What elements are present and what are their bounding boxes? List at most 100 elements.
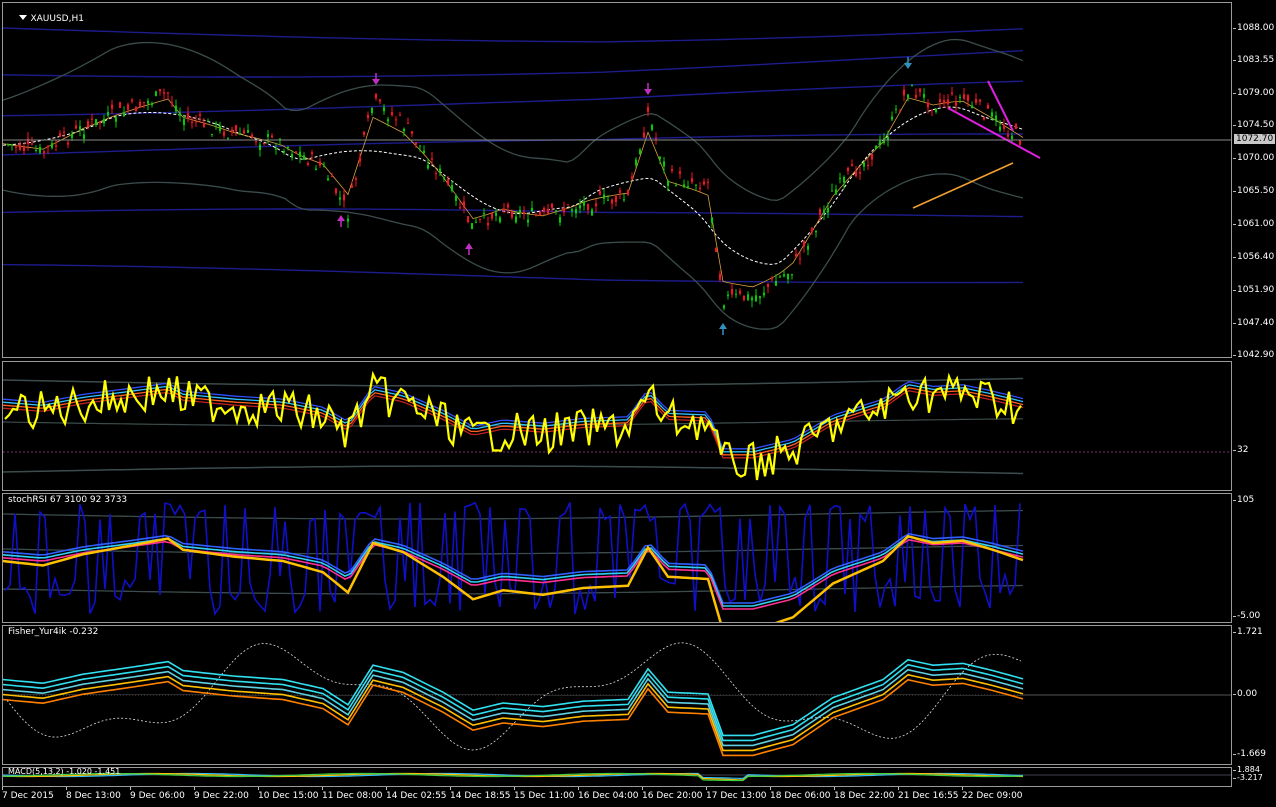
- fisher-histogram-bar: [595, 686, 597, 695]
- fisher-canvas: [3, 642, 1231, 757]
- fisher-histogram-bar: [718, 665, 720, 695]
- rsi-band-mid: [3, 418, 1024, 427]
- candle-body: [859, 172, 861, 174]
- candle-body: [267, 134, 269, 137]
- fisher-histogram-bar: [136, 695, 138, 720]
- fisher-histogram-bar: [679, 642, 681, 695]
- candle-body: [151, 103, 153, 105]
- candle-body: [735, 293, 737, 295]
- candle-body: [879, 140, 881, 144]
- fisher-histogram-bar: [58, 695, 60, 737]
- candle-body: [107, 112, 109, 116]
- fisher-histogram-bar: [583, 686, 585, 695]
- candle-body: [899, 111, 901, 113]
- candle-body: [467, 216, 469, 223]
- candle-body: [343, 194, 345, 201]
- candle-body: [635, 159, 637, 165]
- candle-body: [679, 171, 681, 174]
- candle-body: [855, 170, 857, 177]
- fisher-histogram-bar: [139, 695, 141, 721]
- fisher-histogram-bar: [463, 695, 465, 748]
- candle-body: [487, 222, 489, 226]
- candle-body: [811, 228, 813, 232]
- candle-body: [239, 133, 241, 135]
- candle-body: [263, 142, 265, 145]
- indicator-pane-stochrsi[interactable]: stochRSI 67 3100 92 3733: [2, 493, 1232, 623]
- candle-body: [1003, 125, 1005, 129]
- fisher-histogram-bar: [325, 678, 327, 695]
- price-tick: 1051.90: [1232, 285, 1275, 295]
- candle-body: [883, 138, 885, 143]
- candle-body: [563, 208, 565, 213]
- candle-body: [827, 207, 829, 213]
- fisher-histogram-bar: [130, 695, 132, 719]
- candle-body: [599, 191, 601, 195]
- time-axis[interactable]: 7 Dec 2015 8 Dec 13:00 9 Dec 06:00 9 Dec…: [0, 787, 1232, 807]
- candle-body: [295, 151, 297, 153]
- candle-body: [203, 122, 205, 127]
- candle-body: [739, 290, 741, 294]
- price-tick: 1088.00: [1232, 23, 1275, 33]
- fisher-histogram-bar: [667, 646, 669, 695]
- fisher-histogram-bar: [739, 691, 741, 695]
- rsi-scale[interactable]: 32: [1232, 361, 1276, 491]
- candle-body: [191, 121, 193, 124]
- price-chart-pane[interactable]: XAUUSD,H1: [2, 2, 1232, 358]
- candle-body: [723, 305, 725, 309]
- candle-body: [7, 144, 9, 146]
- fisher-histogram-bar: [337, 682, 339, 695]
- fisher-histogram-bar: [922, 695, 924, 722]
- fisher-histogram-bar: [172, 695, 174, 721]
- fisher-scale[interactable]: 1.721 0.00 -1.669: [1232, 625, 1276, 765]
- time-tick: 16 Dec 20:00: [642, 787, 703, 801]
- fisher-histogram-bar: [775, 695, 777, 720]
- fisher-histogram-bar: [427, 695, 429, 718]
- candle-body: [375, 94, 377, 99]
- candle-body: [479, 219, 481, 221]
- fisher-histogram-bar: [235, 659, 237, 695]
- candle-body: [875, 145, 877, 150]
- fisher-histogram-bar: [685, 643, 687, 695]
- fisher-histogram-bar: [430, 695, 432, 721]
- indicator-pane-fisher[interactable]: Fisher_Yur4ik -0.232: [2, 625, 1232, 765]
- candle-body: [751, 297, 753, 301]
- candle-body: [79, 126, 81, 130]
- candle-body: [307, 162, 309, 165]
- candle-body: [95, 119, 97, 125]
- candle-body: [907, 94, 909, 99]
- candle-body: [539, 212, 541, 216]
- fisher-histogram-bar: [91, 695, 93, 726]
- fisher-histogram-bar: [706, 653, 708, 695]
- candle-body: [851, 164, 853, 167]
- candle-body: [579, 205, 581, 209]
- price-tick: 1070.00: [1232, 153, 1275, 163]
- candle-body: [547, 208, 549, 214]
- indicator-pane-macd[interactable]: MACD(5,13,2) -1.020 -1.451: [2, 767, 1232, 787]
- candle-body: [451, 185, 453, 191]
- candle-body: [567, 204, 569, 206]
- stochrsi-scale[interactable]: 105 -5.00: [1232, 493, 1276, 623]
- candle-body: [87, 121, 89, 127]
- indicator-pane-rsi[interactable]: [2, 361, 1232, 491]
- fisher-histogram-bar: [493, 695, 495, 743]
- price-scale[interactable]: 1088.00 1083.55 1079.00 1074.50 1070.00 …: [1232, 2, 1276, 360]
- fisher-histogram-bar: [577, 686, 579, 695]
- macd-scale[interactable]: 1.884 -3.217: [1233, 765, 1276, 787]
- candle-body: [363, 131, 365, 135]
- candle-body: [763, 292, 765, 296]
- fisher-histogram-bar: [724, 673, 726, 695]
- fisher-histogram-bar: [343, 683, 345, 695]
- time-tick: 9 Dec 06:00: [130, 787, 185, 801]
- candle-body: [19, 144, 21, 150]
- fisher-histogram-bar: [538, 695, 540, 701]
- candle-body: [823, 209, 825, 214]
- fisher-histogram-bar: [859, 695, 861, 728]
- symbol-label[interactable]: XAUUSD,H1: [8, 4, 84, 34]
- candle-body: [23, 146, 25, 152]
- candle-body: [703, 181, 705, 185]
- fisher-histogram-bar: [232, 662, 234, 695]
- fisher-histogram-bar: [928, 695, 930, 716]
- candle-body: [691, 178, 693, 183]
- fisher-histogram-bar: [736, 687, 738, 695]
- candle-body: [443, 177, 445, 179]
